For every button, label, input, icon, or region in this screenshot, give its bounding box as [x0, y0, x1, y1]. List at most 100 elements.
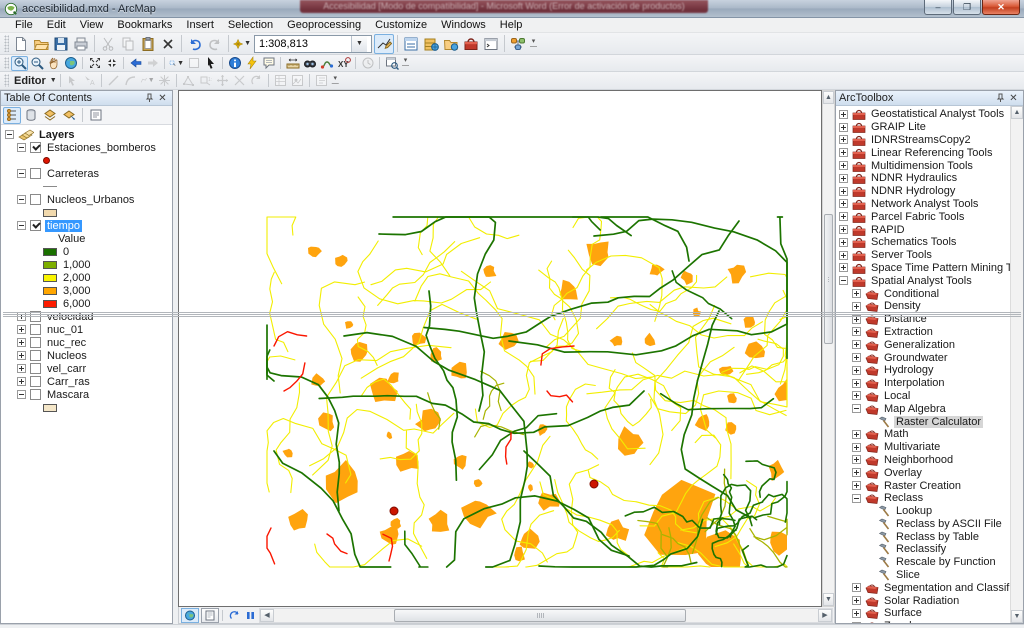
layer-visibility-checkbox[interactable]: [30, 363, 41, 374]
toolbar-grip[interactable]: [4, 74, 9, 88]
fixed-zoom-out-tool[interactable]: [103, 56, 120, 71]
expand-icon[interactable]: [839, 238, 848, 247]
toc-row-nucleos-urbanos[interactable]: Nucleos_Urbanos: [1, 193, 172, 206]
expand-icon[interactable]: [839, 135, 848, 144]
expand-icon[interactable]: [852, 622, 861, 623]
move-tool-icon[interactable]: [214, 73, 231, 88]
toolbar-overflow-button[interactable]: ▾—: [330, 72, 341, 89]
catalog-window-button[interactable]: [441, 34, 461, 54]
toc-row-mascara[interactable]: Mascara: [1, 388, 172, 401]
editor-sketch-toggle[interactable]: [374, 34, 394, 54]
layer-visibility-checkbox[interactable]: [30, 337, 41, 348]
atb-row-schematics-tools[interactable]: Schematics Tools: [836, 236, 1010, 249]
atb-row-multidimension-tools[interactable]: Multidimension Tools: [836, 159, 1010, 172]
menu-windows[interactable]: Windows: [434, 18, 493, 33]
fire-station-point[interactable]: [390, 507, 398, 515]
edit-vertices-tool-icon[interactable]: [180, 73, 197, 88]
sketch-properties-icon[interactable]: [289, 73, 306, 88]
toc-label[interactable]: nuc_01: [45, 324, 85, 336]
hyperlink-tool[interactable]: [243, 56, 260, 71]
scroll-left-arrow[interactable]: ◀: [260, 609, 274, 622]
collapse-icon[interactable]: [17, 390, 26, 399]
toc-row-1-000[interactable]: 1,000: [1, 258, 172, 271]
find-tool[interactable]: [301, 56, 318, 71]
atb-label[interactable]: Parcel Fabric Tools: [869, 211, 966, 223]
expand-icon[interactable]: [852, 289, 861, 298]
atb-label[interactable]: Rescale by Function: [894, 556, 998, 568]
fire-station-point[interactable]: [590, 480, 598, 488]
attributes-button-icon[interactable]: [272, 73, 289, 88]
expand-icon[interactable]: [17, 351, 26, 360]
atb-row-extraction[interactable]: Extraction: [836, 326, 1010, 339]
atb-label[interactable]: Lookup: [894, 505, 934, 517]
minimize-button[interactable]: –: [924, 0, 952, 15]
atb-row-space-time-pattern-mining-tools[interactable]: Space Time Pattern Mining Tools: [836, 262, 1010, 275]
edit-annotation-tool-icon[interactable]: A: [81, 73, 98, 88]
arctoolbox-button[interactable]: [461, 34, 481, 54]
scroll-right-arrow[interactable]: ▶: [818, 609, 832, 622]
atb-label[interactable]: Reclass by ASCII File: [894, 518, 1004, 530]
identify-tool[interactable]: [226, 56, 243, 71]
map-scale-input[interactable]: [255, 36, 351, 52]
toc-row-carreteras[interactable]: Carreteras: [1, 167, 172, 180]
copy-icon[interactable]: [118, 34, 138, 54]
add-data-dropdown-arrow[interactable]: ▼: [244, 40, 251, 47]
toc-label[interactable]: Carr_ras: [45, 376, 92, 388]
atb-label[interactable]: Zonal: [882, 620, 914, 623]
toc-label[interactable]: Carreteras: [45, 168, 101, 180]
toc-label[interactable]: 1,000: [61, 259, 93, 271]
menu-geoprocessing[interactable]: Geoprocessing: [280, 18, 368, 33]
menu-insert[interactable]: Insert: [179, 18, 221, 33]
horizontal-scroll-thumb[interactable]: [394, 609, 686, 622]
arctoolbox-scroll-thumb[interactable]: [1011, 227, 1023, 557]
list-by-drawing-order-button[interactable]: [3, 107, 21, 124]
layer-visibility-checkbox[interactable]: [30, 376, 41, 387]
zoom-out-tool[interactable]: [28, 56, 45, 71]
toc-close-icon[interactable]: ✕: [156, 92, 169, 104]
atb-label[interactable]: Map Algebra: [882, 403, 948, 415]
atb-row-solar-radiation[interactable]: Solar Radiation: [836, 594, 1010, 607]
atb-label[interactable]: GRAIP Lite: [869, 121, 928, 133]
layer-visibility-checkbox[interactable]: [30, 389, 41, 400]
atb-label[interactable]: Reclass by Table: [894, 531, 981, 543]
undo-button[interactable]: [185, 34, 205, 54]
expand-icon[interactable]: [852, 353, 861, 362]
expand-icon[interactable]: [17, 377, 26, 386]
atb-row-network-analyst-tools[interactable]: Network Analyst Tools: [836, 198, 1010, 211]
atb-label[interactable]: Math: [882, 428, 910, 440]
add-data-button[interactable]: ▼: [232, 34, 252, 54]
atb-label[interactable]: Reclassify: [894, 543, 948, 555]
toolbar-overflow-button[interactable]: ▾—: [528, 33, 539, 54]
layout-view-button[interactable]: [201, 608, 219, 623]
new-document-button[interactable]: [11, 34, 31, 54]
reshape-feature-tool-icon[interactable]: 1:: [197, 73, 214, 88]
toc-label[interactable]: vel_carr: [45, 363, 88, 375]
open-button[interactable]: [31, 34, 51, 54]
toc-row-value[interactable]: Value: [1, 232, 172, 245]
atb-row-server-tools[interactable]: Server Tools: [836, 249, 1010, 262]
atb-label[interactable]: Conditional: [882, 288, 941, 300]
toc-row-3-000[interactable]: 3,000: [1, 284, 172, 297]
layer-visibility-checkbox[interactable]: [30, 324, 41, 335]
map-data-frame[interactable]: [178, 90, 822, 607]
find-route-tool[interactable]: [318, 56, 335, 71]
atb-row-zonal[interactable]: Zonal: [836, 620, 1010, 623]
atb-label[interactable]: Overlay: [882, 467, 924, 479]
atb-label[interactable]: Surface: [882, 607, 924, 619]
collapse-icon[interactable]: [839, 276, 848, 285]
list-by-selection-button[interactable]: [60, 107, 78, 124]
atb-row-local[interactable]: Local: [836, 390, 1010, 403]
toc-label[interactable]: 6,000: [61, 298, 93, 310]
atb-label[interactable]: Spatial Analyst Tools: [869, 275, 974, 287]
endpoint-arc-tool-icon[interactable]: [122, 73, 139, 88]
expand-icon[interactable]: [852, 302, 861, 311]
toc-label[interactable]: Mascara: [45, 389, 91, 401]
toc-label[interactable]: Nucleos_Urbanos: [45, 194, 136, 206]
expand-icon[interactable]: [852, 430, 861, 439]
atb-row-spatial-analyst-tools[interactable]: Spatial Analyst Tools: [836, 274, 1010, 287]
toc-row-2-000[interactable]: 2,000: [1, 271, 172, 284]
atb-row-overlay[interactable]: Overlay: [836, 466, 1010, 479]
toc-label[interactable]: Value: [56, 233, 87, 245]
scale-dropdown-button[interactable]: ▼: [351, 36, 367, 52]
toolbar-overflow-button[interactable]: ▾—: [400, 55, 411, 71]
